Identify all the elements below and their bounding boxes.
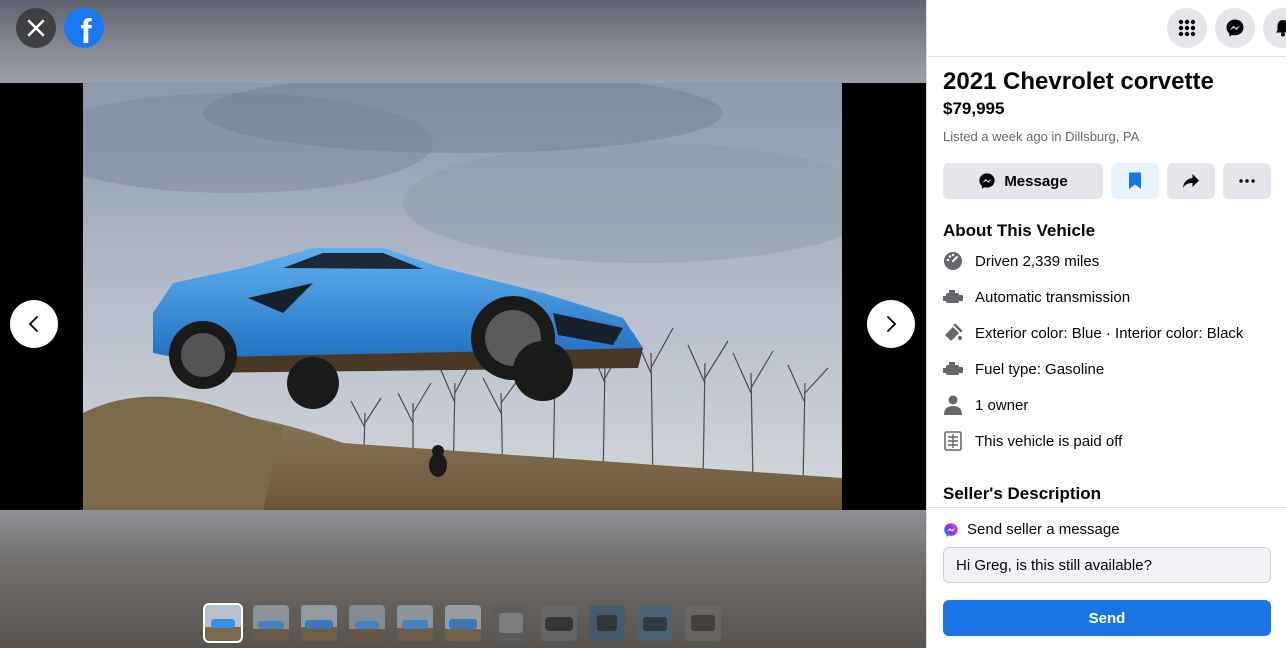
save-button[interactable] bbox=[1111, 163, 1159, 199]
vehicle-attributes: Driven 2,339 miles Automatic transmissio… bbox=[943, 243, 1271, 459]
menu-grid-icon bbox=[1178, 19, 1196, 37]
facebook-logo[interactable]: f bbox=[64, 8, 104, 48]
attribute-text: Driven 2,339 miles bbox=[975, 252, 1100, 270]
thumbnail[interactable] bbox=[541, 605, 577, 641]
document-icon bbox=[943, 431, 963, 451]
thumbnail[interactable] bbox=[685, 605, 721, 641]
listing-details: 2021 Chevrolet corvette $79,995 Listed a… bbox=[943, 57, 1271, 507]
share-button[interactable] bbox=[1167, 163, 1215, 199]
bookmark-icon bbox=[1129, 172, 1141, 189]
letterbox-left bbox=[0, 83, 83, 510]
send-button[interactable]: Send bbox=[943, 600, 1271, 636]
attribute-transmission: Automatic transmission bbox=[943, 279, 1271, 315]
thumbnail[interactable] bbox=[445, 605, 481, 641]
attribute-paid-off: This vehicle is paid off bbox=[943, 423, 1271, 459]
attribute-text: 1 owner bbox=[975, 396, 1029, 414]
engine-icon bbox=[943, 287, 963, 307]
thumbnail[interactable] bbox=[637, 605, 673, 641]
thumbnail[interactable] bbox=[397, 605, 433, 641]
sellers-description-heading: Seller's Description bbox=[943, 484, 1102, 503]
message-input[interactable] bbox=[943, 547, 1271, 583]
thumbnail[interactable] bbox=[493, 605, 529, 641]
thumbnail-strip bbox=[203, 603, 721, 643]
message-button[interactable]: Message bbox=[943, 163, 1103, 199]
close-icon bbox=[27, 19, 45, 37]
thumbnail[interactable] bbox=[203, 603, 243, 643]
listing-panel: 2021 Chevrolet corvette $79,995 Listed a… bbox=[926, 0, 1286, 648]
action-buttons: Message bbox=[943, 163, 1271, 199]
messenger-icon bbox=[979, 173, 995, 189]
attribute-owners: 1 owner bbox=[943, 387, 1271, 423]
attribute-text: Automatic transmission bbox=[975, 288, 1131, 306]
notifications-button[interactable] bbox=[1263, 8, 1286, 48]
send-message-label: Send seller a message bbox=[943, 521, 1120, 538]
message-button-label: Message bbox=[1004, 172, 1068, 190]
paint-icon bbox=[943, 323, 963, 343]
attribute-text: Exterior color: Blue · Interior color: B… bbox=[975, 324, 1244, 342]
chevron-right-icon bbox=[887, 316, 897, 332]
more-icon bbox=[1239, 179, 1255, 183]
engine-icon bbox=[943, 359, 963, 379]
previous-photo-button[interactable] bbox=[10, 300, 58, 348]
listing-photo bbox=[83, 83, 842, 510]
attribute-color: Exterior color: Blue · Interior color: B… bbox=[943, 315, 1271, 351]
messenger-icon bbox=[1226, 19, 1244, 37]
attribute-mileage: Driven 2,339 miles bbox=[943, 243, 1271, 279]
media-viewer: f bbox=[0, 0, 926, 648]
attribute-text: Fuel type: Gasoline bbox=[975, 360, 1105, 378]
close-button[interactable] bbox=[16, 8, 56, 48]
gauge-icon bbox=[943, 251, 963, 271]
person-icon bbox=[943, 395, 963, 415]
facebook-logo-letter: f bbox=[80, 13, 92, 48]
message-composer: Send seller a message Send bbox=[927, 507, 1286, 648]
thumbnail[interactable] bbox=[349, 605, 385, 641]
thumbnail[interactable] bbox=[253, 605, 289, 641]
more-options-button[interactable] bbox=[1223, 163, 1271, 199]
listing-price: $79,995 bbox=[943, 99, 1005, 118]
attribute-text: This vehicle is paid off bbox=[975, 432, 1123, 450]
attribute-fuel: Fuel type: Gasoline bbox=[943, 351, 1271, 387]
menu-button[interactable] bbox=[1167, 8, 1207, 48]
about-heading: About This Vehicle bbox=[943, 221, 1096, 240]
thumbnail[interactable] bbox=[301, 605, 337, 641]
send-message-label-text: Send seller a message bbox=[967, 521, 1120, 538]
thumbnail[interactable] bbox=[589, 605, 625, 641]
chevron-left-icon bbox=[28, 316, 38, 332]
top-bar bbox=[927, 0, 1286, 57]
next-photo-button[interactable] bbox=[867, 300, 915, 348]
listing-meta: Listed a week ago in Dillsburg, PA bbox=[943, 129, 1140, 144]
blurred-background-top bbox=[0, 0, 926, 83]
listing-title: 2021 Chevrolet corvette bbox=[943, 68, 1214, 95]
messenger-button[interactable] bbox=[1215, 8, 1255, 48]
messenger-icon bbox=[944, 522, 958, 537]
share-icon bbox=[1183, 174, 1199, 188]
letterbox-right bbox=[842, 83, 926, 510]
notifications-icon bbox=[1276, 20, 1286, 37]
